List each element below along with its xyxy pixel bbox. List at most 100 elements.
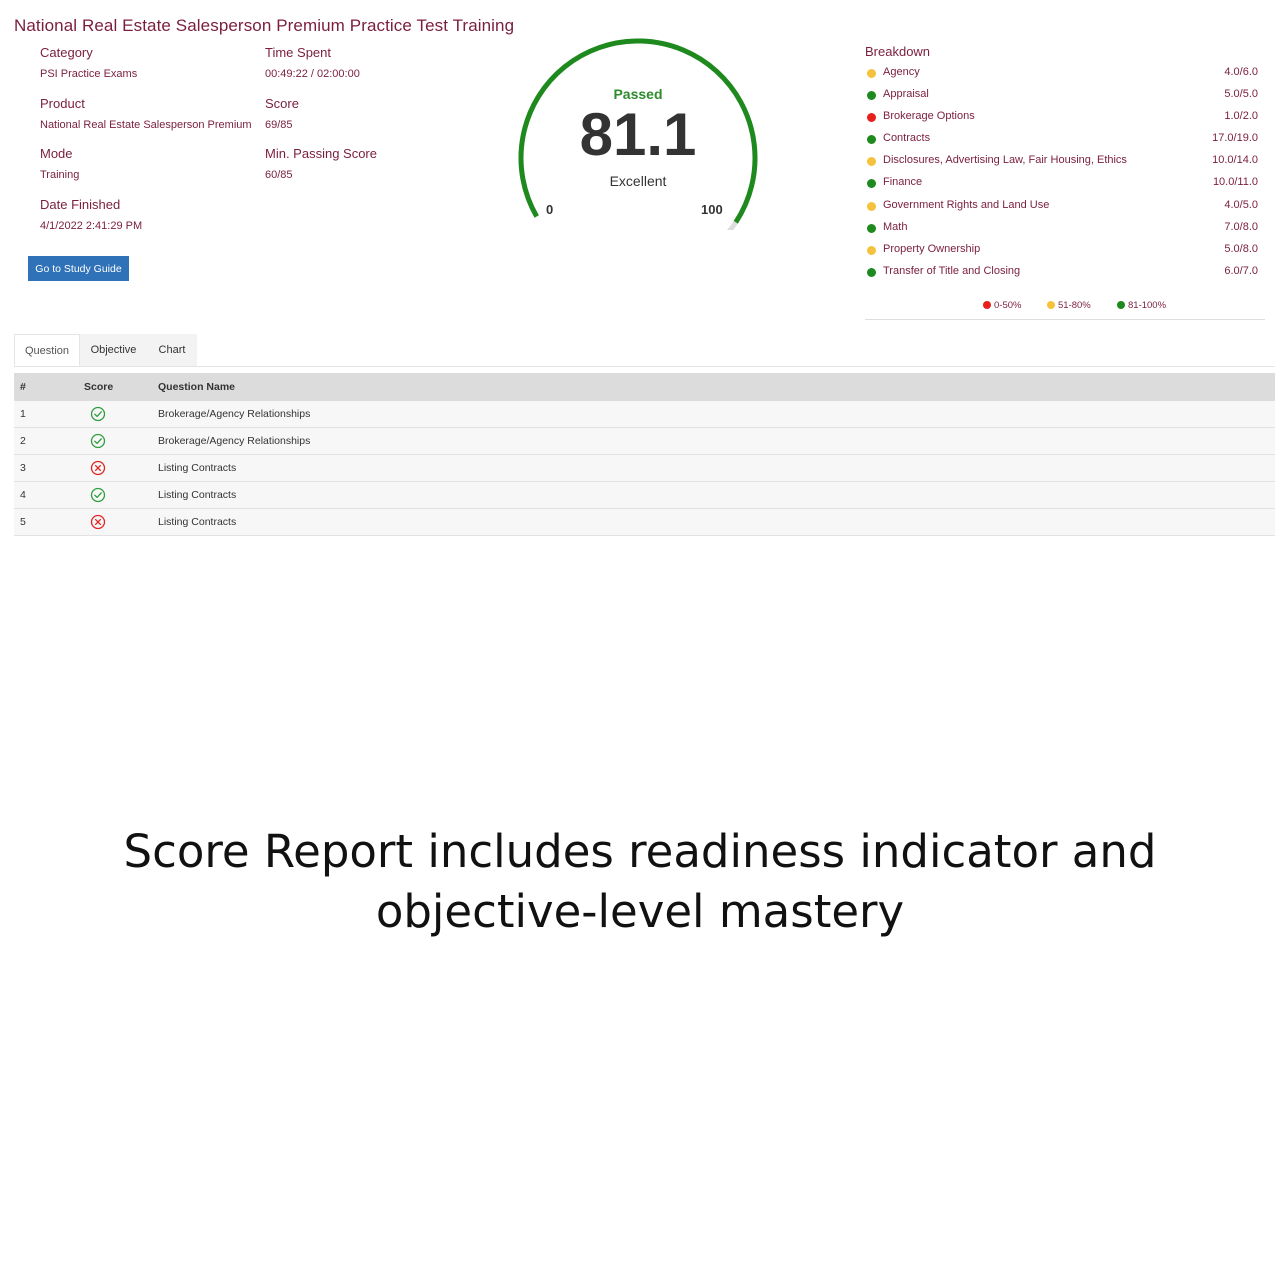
breakdown-item-name: Math xyxy=(883,220,908,233)
breakdown-item: Agency 4.0/6.0 xyxy=(865,63,1265,85)
info-value: 00:49:22 / 02:00:00 xyxy=(265,68,360,80)
gauge-max-label: 100 xyxy=(701,202,723,217)
breakdown-item-name: Contracts xyxy=(883,132,931,145)
info-product: Product National Real Estate Salesperson… xyxy=(40,96,252,131)
info-label: Score xyxy=(265,96,299,111)
breakdown-item: Contracts 17.0/19.0 xyxy=(865,129,1265,151)
question-name: Listing Contracts xyxy=(158,454,1275,482)
go-to-study-guide-button[interactable]: Go to Study Guide xyxy=(28,256,129,281)
question-number: 5 xyxy=(14,508,84,536)
breakdown-item-name: Property Ownership xyxy=(883,242,981,255)
status-dot-icon xyxy=(867,179,876,189)
info-label: Category xyxy=(40,45,93,60)
question-rows: 1 Brokerage/Agency Relationships 2 Brokerag… xyxy=(14,401,1275,536)
question-score-cell xyxy=(84,454,158,482)
tab-question[interactable]: Question xyxy=(14,334,80,366)
info-label: Product xyxy=(40,96,85,111)
info-label: Min. Passing Score xyxy=(265,146,377,161)
x-circle-icon xyxy=(90,460,106,476)
question-name: Brokerage/Agency Relationships xyxy=(158,427,1275,455)
check-circle-icon xyxy=(90,406,106,422)
table-row[interactable]: 4 Listing Contracts xyxy=(14,481,1275,509)
breakdown-item-name: Transfer of Title and Closing xyxy=(883,264,1021,277)
info-value: 4/1/2022 2:41:29 PM xyxy=(40,220,143,232)
breakdown-item-score: 10.0/14.0 xyxy=(1212,154,1258,167)
breakdown-divider xyxy=(865,319,1265,320)
question-name: Brokerage/Agency Relationships xyxy=(158,401,1275,428)
status-dot-icon xyxy=(867,267,876,277)
table-row[interactable]: 3 Listing Contracts xyxy=(14,454,1275,482)
score-gauge: Passed 81.1 Excellent 0 100 xyxy=(508,30,768,230)
question-number: 4 xyxy=(14,481,84,509)
breakdown-item-score: 1.0/2.0 xyxy=(1224,110,1258,123)
question-number: 3 xyxy=(14,454,84,482)
table-row[interactable]: 1 Brokerage/Agency Relationships xyxy=(14,401,1275,428)
question-name: Listing Contracts xyxy=(158,481,1275,509)
breakdown-item-name: Finance xyxy=(883,176,923,189)
breakdown-item: Property Ownership 5.0/8.0 xyxy=(865,240,1265,262)
breakdown-item-score: 4.0/6.0 xyxy=(1224,66,1258,78)
breakdown-list: Agency 4.0/6.0 Appraisal 5.0/5.0 Brokerage O… xyxy=(865,63,1265,284)
info-category: Category PSI Practice Exams xyxy=(40,45,137,80)
breakdown-item-name: Brokerage Options xyxy=(883,110,975,123)
legend-dot-icon xyxy=(983,301,991,309)
tab-objective[interactable]: Objective xyxy=(80,334,147,366)
breakdown-item: Math 7.0/8.0 xyxy=(865,218,1265,240)
caption-line-2: objective-level mastery xyxy=(375,885,905,938)
question-score-cell xyxy=(84,508,158,536)
status-dot-icon xyxy=(867,201,876,211)
table-header-row: # Score Question Name xyxy=(14,373,1275,401)
x-circle-icon xyxy=(90,514,106,530)
question-score-cell xyxy=(84,427,158,455)
breakdown-item-name: Disclosures, Advertising Law, Fair Housi… xyxy=(883,154,1127,167)
breakdown-item: Appraisal 5.0/5.0 xyxy=(865,85,1265,107)
legend-item: 51-80% xyxy=(1047,300,1091,311)
legend-label: 81-100% xyxy=(1128,300,1167,311)
status-dot-icon xyxy=(867,135,876,145)
breakdown-item-score: 10.0/11.0 xyxy=(1212,176,1258,189)
breakdown-legend: 0-50% 51-80% 81-100% xyxy=(865,300,1265,316)
info-value: 60/85 xyxy=(265,169,293,181)
caption: Score Report includes readiness indicato… xyxy=(0,822,1280,942)
header-number: # xyxy=(14,373,84,401)
status-dot-icon xyxy=(867,91,876,101)
tab-chart[interactable]: Chart xyxy=(147,334,197,366)
question-score-cell xyxy=(84,401,158,428)
breakdown-panel: Breakdown Agency 4.0/6.0 Appraisal 5.0/5.0 B… xyxy=(865,44,1265,320)
breakdown-item-score: 5.0/5.0 xyxy=(1224,88,1258,101)
legend-item: 81-100% xyxy=(1117,300,1166,311)
breakdown-item-score: 5.0/8.0 xyxy=(1224,242,1258,255)
breakdown-item-score: 6.0/7.0 xyxy=(1224,264,1258,277)
question-name: Listing Contracts xyxy=(158,508,1275,536)
legend-dot-icon xyxy=(1117,301,1125,309)
question-number: 1 xyxy=(14,401,84,428)
breakdown-title: Breakdown xyxy=(865,44,931,59)
info-label: Time Spent xyxy=(265,45,331,60)
info-time-spent: Time Spent 00:49:22 / 02:00:00 xyxy=(265,45,360,80)
breakdown-item: Transfer of Title and Closing 6.0/7.0 xyxy=(865,262,1265,284)
breakdown-item: Brokerage Options 1.0/2.0 xyxy=(865,107,1265,129)
table-row[interactable]: 5 Listing Contracts xyxy=(14,508,1275,536)
breakdown-item: Government Rights and Land Use 4.0/5.0 xyxy=(865,196,1265,218)
info-date-finished: Date Finished 4/1/2022 2:41:29 PM xyxy=(40,197,142,232)
legend-dot-icon xyxy=(1047,301,1055,309)
question-table: # Score Question Name 1 Brokerage/Agency … xyxy=(14,373,1275,536)
breakdown-item: Disclosures, Advertising Law, Fair Housi… xyxy=(865,151,1265,173)
question-number: 2 xyxy=(14,427,84,455)
header-question-name: Question Name xyxy=(158,373,1275,401)
caption-line-1: Score Report includes readiness indicato… xyxy=(123,825,1157,878)
report-tabs: Question Objective Chart xyxy=(14,334,1275,367)
legend-label: 51-80% xyxy=(1058,300,1091,311)
legend-label: 0-50% xyxy=(994,300,1022,311)
breakdown-item-score: 4.0/5.0 xyxy=(1224,198,1258,211)
check-circle-icon xyxy=(90,433,106,449)
info-label: Date Finished xyxy=(40,197,121,212)
status-dot-icon xyxy=(867,245,876,255)
score-percent: 81.1 xyxy=(579,101,697,168)
status-dot-icon xyxy=(867,157,876,167)
header-score: Score xyxy=(84,373,158,401)
table-row[interactable]: 2 Brokerage/Agency Relationships xyxy=(14,427,1275,455)
status-dot-icon xyxy=(867,69,876,78)
info-value: 69/85 xyxy=(265,119,293,131)
info-value: National Real Estate Salesperson Premium xyxy=(40,119,252,131)
